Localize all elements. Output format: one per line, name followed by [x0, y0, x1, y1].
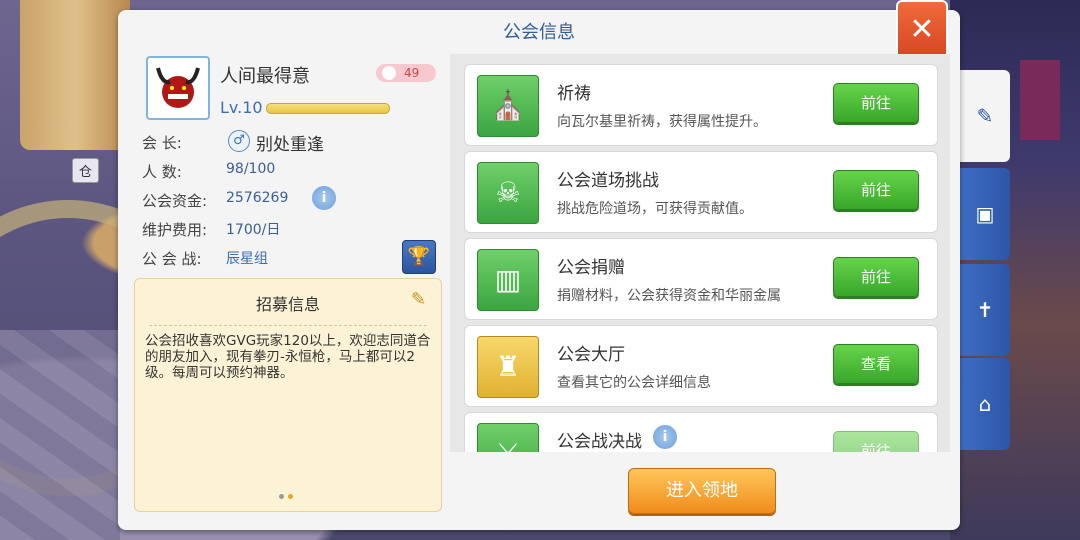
background-tower — [20, 0, 130, 150]
page-dots — [279, 484, 297, 503]
recruit-text: 公会招收喜欢GVG玩家120以上，欢迎志同道合的朋友加入，现有拳刃-永恒枪，马上… — [145, 333, 431, 381]
activity-list[interactable]: ⛪ 祈祷 向瓦尔基里祈祷，获得属性提升。 前往 ☠ 公会道场挑战 挑战危险道场，… — [450, 54, 950, 452]
guild-info-panel: 公会信息 ✕ 人间最得意 49 Lv.10 会 长: ♂ 别处重逢 人 数: 9… — [118, 0, 960, 530]
cross-icon: ✝ — [976, 298, 994, 322]
trophy-button[interactable]: 🏆 — [402, 240, 436, 274]
guild-level: Lv.10 — [220, 98, 263, 117]
background-sign: 仓 — [72, 158, 100, 183]
male-icon: ♂ — [228, 130, 250, 152]
crossed-swords-icon: ⚔ — [477, 423, 539, 452]
view-button[interactable]: 查看 — [833, 344, 919, 384]
leader-name[interactable]: 别处重逢 — [256, 130, 324, 155]
tab-church[interactable]: ✝ — [960, 264, 1010, 356]
guild-name: 人间最得意 — [220, 66, 310, 87]
list-item: ☠ 公会道场挑战 挑战危险道场，可获得贡献值。 前往 — [464, 151, 938, 233]
trophy-icon: 🏆 — [407, 246, 431, 267]
castle-icon: ♜ — [477, 336, 539, 398]
list-item: ♜ 公会大厅 查看其它的公会详细信息 查看 — [464, 325, 938, 407]
house-icon: ⌂ — [978, 392, 992, 416]
tab-house[interactable]: ⌂ — [960, 358, 1010, 450]
leader-row: 会 长: ♂ 别处重逢 — [142, 130, 324, 155]
list-item: ⛪ 祈祷 向瓦尔基里祈祷，获得属性提升。 前往 — [464, 64, 938, 146]
recruit-title: 招募信息 — [255, 295, 320, 314]
info-icon[interactable]: i — [312, 186, 336, 210]
go-button[interactable]: 前往 — [833, 257, 919, 297]
edit-icon: ✎ — [976, 104, 994, 128]
background-floor — [0, 330, 120, 540]
donation-icon: ▥ — [477, 249, 539, 311]
guild-war-row: 公 会 战: 辰星组 — [142, 250, 268, 268]
background-banner — [1020, 60, 1060, 140]
edit-icon[interactable]: ✎ — [411, 289, 431, 310]
funds-row: 公会资金: 2576269 i — [142, 186, 336, 211]
skull-icon: ☠ — [477, 162, 539, 224]
contact-book-icon: ▣ — [975, 202, 995, 226]
tab-members[interactable]: ▣ — [960, 168, 1010, 260]
close-icon: ✕ — [909, 12, 935, 47]
guild-emblem — [146, 56, 210, 120]
level-progress-bar — [266, 103, 390, 114]
tab-info[interactable]: ✎ — [960, 70, 1010, 162]
enter-territory-button[interactable]: 进入领地 — [628, 468, 776, 514]
upkeep-row: 维护费用: 1700/日 — [142, 221, 281, 239]
go-button[interactable]: 前往 — [833, 83, 919, 123]
recruit-info-card: 招募信息 ✎ 公会招收喜欢GVG玩家120以上，欢迎志同道合的朋友加入，现有拳刃… — [134, 278, 442, 512]
members-row: 人 数: 98/100 — [142, 161, 276, 181]
list-item: ⚔ 公会战决战 i 前往 — [464, 412, 938, 452]
hood-icon: ⛪ — [477, 75, 539, 137]
medal-icon — [382, 66, 396, 80]
go-button[interactable]: 前往 — [833, 431, 919, 452]
panel-title: 公会信息 — [503, 22, 575, 43]
go-button[interactable]: 前往 — [833, 170, 919, 210]
list-item: ▥ 公会捐赠 捐赠材料，公会获得资金和华丽金属 前往 — [464, 238, 938, 320]
divider — [149, 325, 427, 326]
info-icon[interactable]: i — [653, 425, 677, 449]
rank-badge: 49 — [376, 64, 436, 82]
